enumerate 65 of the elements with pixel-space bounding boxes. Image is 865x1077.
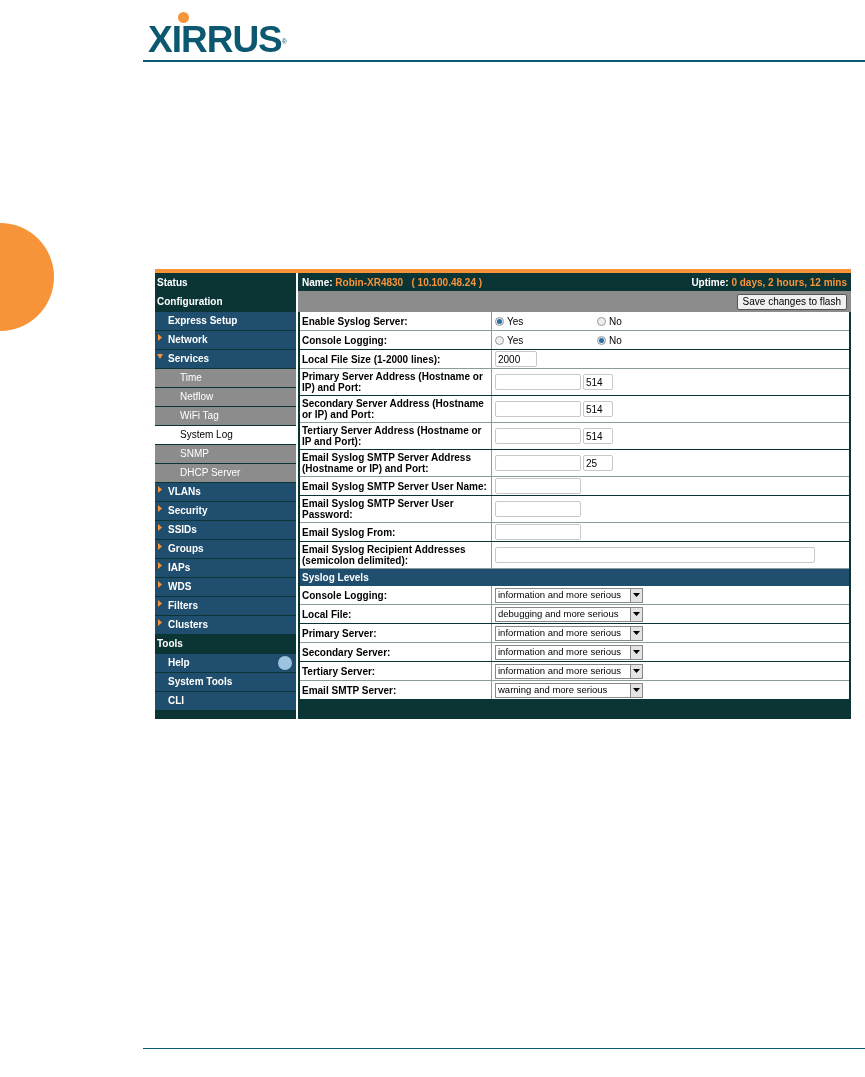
field-label: Email Syslog SMTP Server User Name: — [300, 477, 492, 495]
radio-button[interactable] — [597, 335, 606, 345]
port-field[interactable]: 514 — [583, 374, 613, 390]
field-label: Primary Server: — [300, 624, 492, 642]
field-label: Email SMTP Server: — [300, 681, 492, 699]
sidebar-item[interactable]: Network — [155, 331, 296, 349]
sidebar-subitem[interactable]: System Log — [155, 426, 296, 444]
sidebar-item[interactable]: CLI — [155, 692, 296, 710]
level-dropdown[interactable]: information and more serious — [495, 644, 643, 660]
field-label: Secondary Server Address (Hostname or IP) and Port: — [300, 396, 492, 422]
input-field[interactable] — [495, 547, 815, 563]
sidebar-item[interactable]: Security — [155, 502, 296, 520]
help-icon[interactable] — [278, 656, 292, 670]
device-name: Name: Robin-XR4830 ( 10.100.48.24 ) — [302, 275, 483, 290]
level-dropdown[interactable]: warning and more serious — [495, 682, 643, 698]
sidebar-item[interactable]: Help — [155, 654, 296, 672]
radio-label[interactable]: Yes — [507, 332, 524, 348]
sidebar-item[interactable]: Express Setup — [155, 312, 296, 330]
host-field[interactable] — [495, 455, 581, 471]
uptime-text: Uptime: 0 days, 2 hours, 12 mins — [691, 275, 847, 290]
sidebar-item[interactable]: WDS — [155, 578, 296, 596]
input-field[interactable]: 2000 — [495, 351, 537, 367]
field-label: Tertiary Server: — [300, 662, 492, 680]
field-label: Email Syslog Recipient Addresses (semicolon delimited): — [300, 542, 492, 568]
field-label: Local File: — [300, 605, 492, 623]
sidebar-item[interactable]: Clusters — [155, 616, 296, 634]
field-label: Tertiary Server Address (Hostname or IP and Port): — [300, 423, 492, 449]
field-label: Enable Syslog Server: — [300, 312, 492, 330]
port-field[interactable]: 25 — [583, 455, 613, 471]
host-field[interactable] — [495, 428, 581, 444]
section-heading: Syslog Levels — [302, 571, 369, 585]
port-field[interactable]: 514 — [583, 401, 613, 417]
radio-button[interactable] — [495, 335, 504, 345]
level-dropdown[interactable]: information and more serious — [495, 587, 643, 603]
save-button[interactable]: Save changes to flash — [736, 293, 847, 310]
field-label: Email Syslog From: — [300, 523, 492, 541]
sidebar-item[interactable]: Filters — [155, 597, 296, 615]
sidebar-item[interactable]: IAPs — [155, 559, 296, 577]
radio-label[interactable]: No — [609, 313, 622, 329]
sidebar-item[interactable]: Services — [155, 350, 296, 368]
radio-button[interactable] — [495, 316, 504, 326]
sidebar-item[interactable]: VLANs — [155, 483, 296, 501]
radio-label[interactable]: No — [609, 332, 622, 348]
port-field[interactable]: 514 — [583, 428, 613, 444]
logo-text: XIRRUS — [148, 25, 282, 55]
field-label: Console Logging: — [300, 586, 492, 604]
level-dropdown[interactable]: information and more serious — [495, 663, 643, 679]
radio-button[interactable] — [597, 316, 606, 326]
host-field[interactable] — [495, 374, 581, 390]
field-label: Console Logging: — [300, 331, 492, 349]
field-label: Email Syslog SMTP Server User Password: — [300, 496, 492, 522]
sidebar-item[interactable]: System Tools — [155, 673, 296, 691]
radio-label[interactable]: Yes — [507, 313, 524, 329]
field-label: Secondary Server: — [300, 643, 492, 661]
input-field[interactable] — [495, 524, 581, 540]
sidebar-item[interactable]: SSIDs — [155, 521, 296, 539]
host-field[interactable] — [495, 401, 581, 417]
field-label: Local File Size (1-2000 lines): — [300, 350, 492, 368]
level-dropdown[interactable]: information and more serious — [495, 625, 643, 641]
input-field[interactable] — [495, 478, 581, 494]
input-field[interactable] — [495, 501, 581, 517]
field-label: Email Syslog SMTP Server Address (Hostname or IP) and Port: — [300, 450, 492, 476]
level-dropdown[interactable]: debugging and more serious — [495, 606, 643, 622]
field-label: Primary Server Address (Hostname or IP) and Port: — [300, 369, 492, 395]
sidebar-item[interactable]: Groups — [155, 540, 296, 558]
